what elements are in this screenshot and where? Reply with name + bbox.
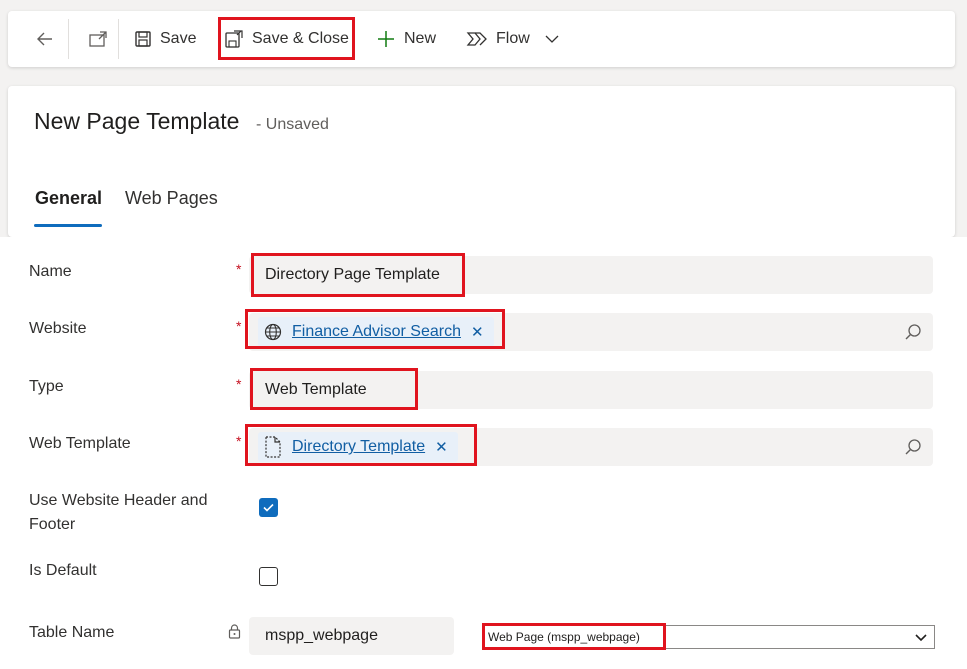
save-button[interactable]: Save <box>126 21 204 57</box>
required-marker: * <box>236 433 242 449</box>
name-label: Name <box>29 263 72 280</box>
save-status: - Unsaved <box>256 116 329 133</box>
save-icon <box>135 31 151 47</box>
table-name-value: mspp_webpage <box>265 627 378 644</box>
web-template-label: Web Template <box>29 435 131 452</box>
page-title: New Page Template <box>34 108 240 134</box>
use-header-footer-checkbox[interactable] <box>259 498 278 517</box>
highlight-box <box>251 253 465 297</box>
tab-web-pages[interactable]: Web Pages <box>125 188 218 209</box>
type-label: Type <box>29 378 64 395</box>
search-icon[interactable] <box>904 323 922 341</box>
required-marker: * <box>236 261 242 277</box>
checkmark-icon <box>263 503 274 512</box>
use-header-footer-label-line2: Footer <box>29 516 76 533</box>
use-header-footer-label-line1: Use Website Header and <box>29 492 208 509</box>
chevron-down-icon <box>545 35 559 43</box>
chevron-down-icon <box>915 634 927 642</box>
new-button[interactable]: New <box>368 21 444 57</box>
flow-button[interactable]: Flow <box>458 21 538 57</box>
pop-out-icon <box>89 31 107 47</box>
flow-label: Flow <box>496 30 530 47</box>
command-bar: Save Save & Close New Flow <box>8 11 955 67</box>
general-form: Name * Directory Page Template Website *… <box>0 237 967 669</box>
back-button[interactable] <box>28 21 62 57</box>
highlight-box <box>250 368 418 410</box>
flow-dropdown-button[interactable] <box>536 21 568 57</box>
highlight-box <box>482 623 666 650</box>
save-label: Save <box>160 30 197 47</box>
is-default-label: Is Default <box>29 562 97 579</box>
lock-icon <box>228 624 241 639</box>
new-label: New <box>404 30 437 47</box>
is-default-checkbox[interactable] <box>259 567 278 586</box>
toolbar-divider <box>118 19 119 59</box>
tab-general[interactable]: General <box>35 188 102 209</box>
flow-icon <box>466 32 487 46</box>
required-marker: * <box>236 376 242 392</box>
website-label: Website <box>29 320 87 337</box>
search-icon[interactable] <box>904 438 922 456</box>
table-name-field: mspp_webpage <box>249 617 454 655</box>
required-marker: * <box>236 318 242 334</box>
highlight-box <box>245 424 477 466</box>
table-name-label: Table Name <box>29 624 115 641</box>
back-arrow-icon <box>37 32 52 46</box>
use-header-footer-label: Use Website Header and Footer <box>29 489 207 537</box>
form-header: New Page Template - Unsaved General Web … <box>8 86 955 237</box>
highlight-box <box>218 17 355 60</box>
toolbar-divider <box>68 19 69 59</box>
plus-icon <box>378 31 394 47</box>
active-tab-indicator <box>34 224 102 227</box>
open-in-new-window-button[interactable] <box>80 21 116 57</box>
highlight-box <box>245 309 505 349</box>
